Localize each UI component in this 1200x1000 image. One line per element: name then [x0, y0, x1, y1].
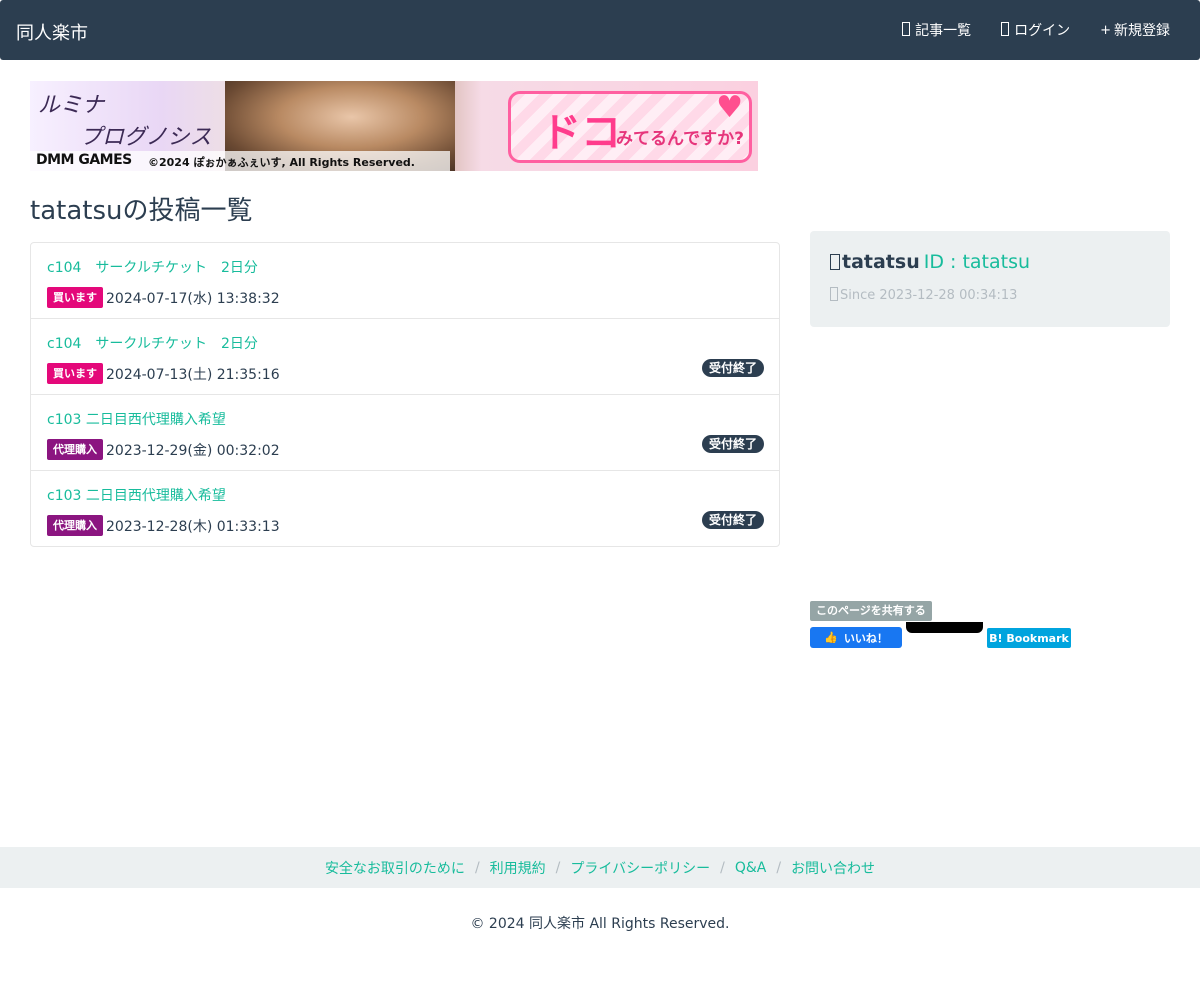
nav-login-link[interactable]: ログイン	[1001, 20, 1070, 40]
banner-ad[interactable]: ルミナ プログノシス DMM GAMES ©2024 ぽぉかぁふぇいす, All…	[30, 81, 758, 171]
post-date: 2024-07-17(水) 13:38:32	[106, 290, 280, 307]
post-type-badge: 代理購入	[47, 439, 103, 460]
nav-register-label: 新規登録	[1114, 23, 1170, 39]
list-item: c104 サークルチケット 2日分 買います 2024-07-13(土) 21:…	[31, 319, 779, 395]
banner-bubble-small-text: みてるんですか?	[616, 129, 745, 149]
footer-link-terms[interactable]: 利用規約	[490, 858, 546, 878]
post-meta: 代理購入 2023-12-28(木) 01:33:13	[47, 515, 280, 536]
nav-register-link[interactable]: + 新規登録	[1100, 20, 1170, 40]
facebook-like-button[interactable]: 👍 いいね！	[810, 627, 902, 648]
banner-copyright: ©2024 ぽぉかぁふぇいす, All Rights Reserved.	[148, 156, 415, 169]
status-badge: 受付終了	[701, 511, 764, 529]
divider: /	[720, 859, 725, 876]
footer-link-contact[interactable]: お問い合わせ	[791, 858, 875, 878]
profile-user: tatatsu ID : tatatsu	[830, 251, 1030, 273]
divider: /	[555, 859, 561, 876]
nav-articles-link[interactable]: 記事一覧	[902, 20, 971, 40]
profile-since-text: Since 2023-12-28 00:34:13	[840, 288, 1018, 303]
banner-title-line2: プログノシス	[80, 125, 212, 150]
banner-speech-bubble: ドコ みてるんですか? ♥	[508, 90, 752, 163]
facebook-like-label: いいね！	[843, 631, 888, 645]
profile-id: ID : tatatsu	[923, 251, 1031, 273]
page-title: tatatsuの投稿一覧	[30, 196, 253, 226]
footer-link-safety[interactable]: 安全なお取引のために	[325, 858, 465, 878]
thumbs-up-icon: 👍	[824, 631, 838, 644]
list-icon	[902, 22, 912, 38]
banner-title-line1: ルミナ	[38, 93, 105, 118]
post-list: c104 サークルチケット 2日分 買います 2024-07-17(水) 13:…	[30, 242, 780, 547]
plus-icon: +	[1100, 22, 1111, 38]
status-badge: 受付終了	[701, 359, 764, 377]
post-meta: 代理購入 2023-12-29(金) 00:32:02	[47, 439, 280, 460]
nav-login-label: ログイン	[1014, 23, 1071, 39]
footer-link-privacy[interactable]: プライバシーポリシー	[570, 858, 710, 878]
status-badge: 受付終了	[701, 435, 764, 453]
share-label: このページを共有する	[810, 601, 932, 621]
x-share-button[interactable]	[906, 622, 983, 633]
footer-links: 安全なお取引のために / 利用規約 / プライバシーポリシー / Q&A / お…	[0, 847, 1200, 888]
post-type-badge: 買います	[47, 287, 103, 308]
post-type-badge: 買います	[47, 363, 103, 384]
post-date: 2024-07-13(土) 21:35:16	[106, 366, 280, 383]
post-title-link[interactable]: c103 二日目西代理購入希望	[47, 485, 226, 505]
list-item: c104 サークルチケット 2日分 買います 2024-07-17(水) 13:…	[31, 243, 779, 319]
divider: /	[776, 859, 782, 876]
divider: /	[474, 859, 480, 876]
profile-username: tatatsu	[842, 251, 920, 273]
profile-card: tatatsu ID : tatatsu Since 2023-12-28 00:…	[810, 231, 1170, 327]
list-item: c103 二日目西代理購入希望 代理購入 2023-12-28(木) 01:33…	[31, 471, 779, 546]
profile-since: Since 2023-12-28 00:34:13	[830, 287, 1017, 303]
post-date: 2023-12-28(木) 01:33:13	[106, 518, 280, 535]
post-title-link[interactable]: c104 サークルチケット 2日分	[47, 257, 258, 277]
brand-link[interactable]: 同人楽市	[16, 19, 88, 45]
post-title-link[interactable]: c103 二日目西代理購入希望	[47, 409, 226, 429]
banner-bubble-big-text: ドコ	[541, 110, 621, 156]
post-meta: 買います 2024-07-13(土) 21:35:16	[47, 363, 280, 384]
footer-link-faq[interactable]: Q&A	[735, 860, 767, 876]
footer-copyright: © 2024 同人楽市 All Rights Reserved.	[470, 916, 730, 932]
post-date: 2023-12-29(金) 00:32:02	[106, 442, 280, 459]
navbar: 同人楽市 記事一覧 ログイン + 新規登録	[0, 0, 1200, 60]
heart-icon: ♥	[716, 90, 743, 125]
nav-articles-label: 記事一覧	[915, 23, 972, 39]
user-icon	[830, 254, 840, 270]
nav-menu: 記事一覧 ログイン + 新規登録	[872, 0, 1170, 60]
list-item: c103 二日目西代理購入希望 代理購入 2023-12-29(金) 00:32…	[31, 395, 779, 471]
post-title-link[interactable]: c104 サークルチケット 2日分	[47, 333, 258, 353]
post-meta: 買います 2024-07-17(水) 13:38:32	[47, 287, 280, 308]
post-type-badge: 代理購入	[47, 515, 103, 536]
hatena-bookmark-button[interactable]: B! Bookmark	[987, 628, 1071, 648]
banner-publisher: DMM GAMES	[36, 152, 132, 168]
login-icon	[1001, 22, 1011, 38]
clock-icon	[830, 287, 838, 301]
